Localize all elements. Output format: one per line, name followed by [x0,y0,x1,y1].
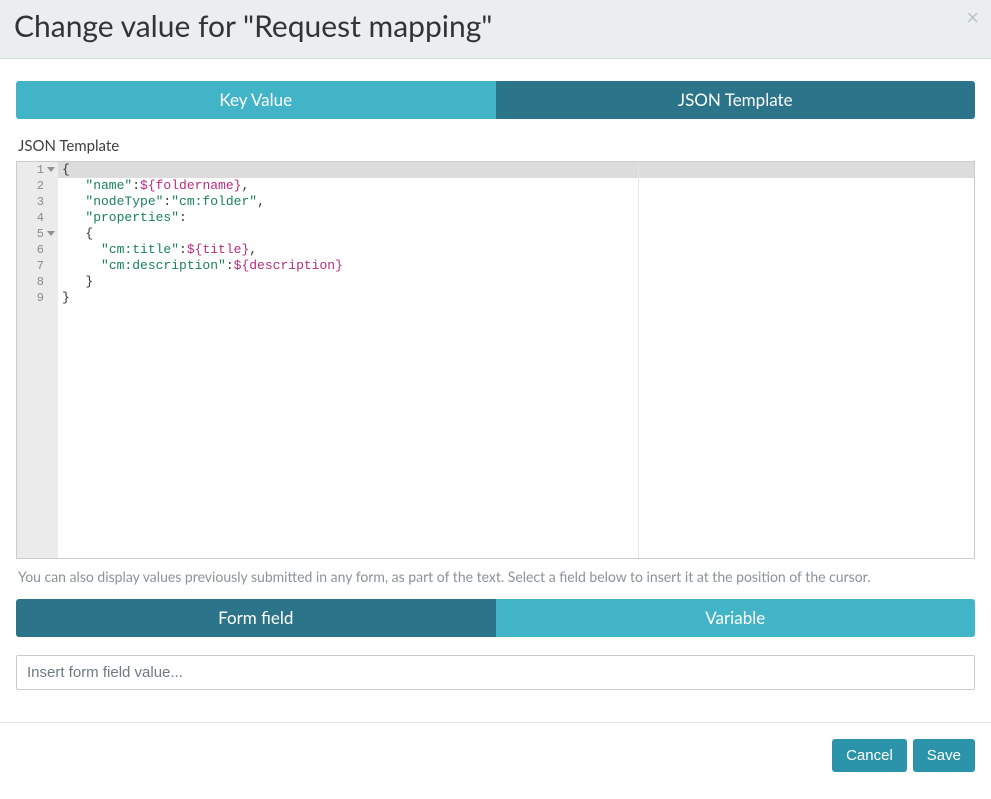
code-line[interactable]: "properties": [62,210,974,226]
code-line[interactable]: } [62,274,974,290]
gutter-line: 5 [17,226,58,242]
code-line[interactable]: "nodeType":"cm:folder", [62,194,974,210]
tab-json-template[interactable]: JSON Template [496,81,976,119]
editor-gutter: 123456789 [17,162,58,558]
editor-label: JSON Template [18,137,975,155]
code-line[interactable]: "cm:description":${description} [62,258,974,274]
gutter-line: 9 [17,290,58,306]
editor-code[interactable]: { "name":${foldername}, "nodeType":"cm:f… [58,162,974,558]
gutter-line: 4 [17,210,58,226]
code-line[interactable]: { [62,226,974,242]
insert-form-field-input[interactable] [16,655,975,690]
tab-variable[interactable]: Variable [496,599,976,637]
close-icon[interactable]: × [966,6,979,28]
tab-form-field[interactable]: Form field [16,599,496,637]
code-line[interactable]: "cm:title":${title}, [62,242,974,258]
gutter-line: 1 [17,162,58,178]
insert-tabbar: Form field Variable [16,599,975,637]
code-line[interactable]: "name":${foldername}, [62,178,974,194]
json-editor[interactable]: 123456789 { "name":${foldername}, "nodeT… [16,161,975,559]
gutter-line: 8 [17,274,58,290]
code-line[interactable]: } [62,290,974,306]
mode-tabbar: Key Value JSON Template [16,81,975,119]
save-button[interactable]: Save [913,739,975,772]
dialog-content: Key Value JSON Template JSON Template 12… [0,59,991,696]
tab-key-value[interactable]: Key Value [16,81,496,119]
gutter-line: 2 [17,178,58,194]
dialog-footer: Cancel Save [0,722,991,784]
dialog-header: Change value for "Request mapping" × [0,0,991,59]
cancel-button[interactable]: Cancel [832,739,907,772]
insert-hint: You can also display values previously s… [18,568,975,585]
gutter-line: 3 [17,194,58,210]
dialog-title: Change value for "Request mapping" [14,8,975,44]
gutter-line: 7 [17,258,58,274]
code-line[interactable]: { [62,162,974,178]
gutter-line: 6 [17,242,58,258]
